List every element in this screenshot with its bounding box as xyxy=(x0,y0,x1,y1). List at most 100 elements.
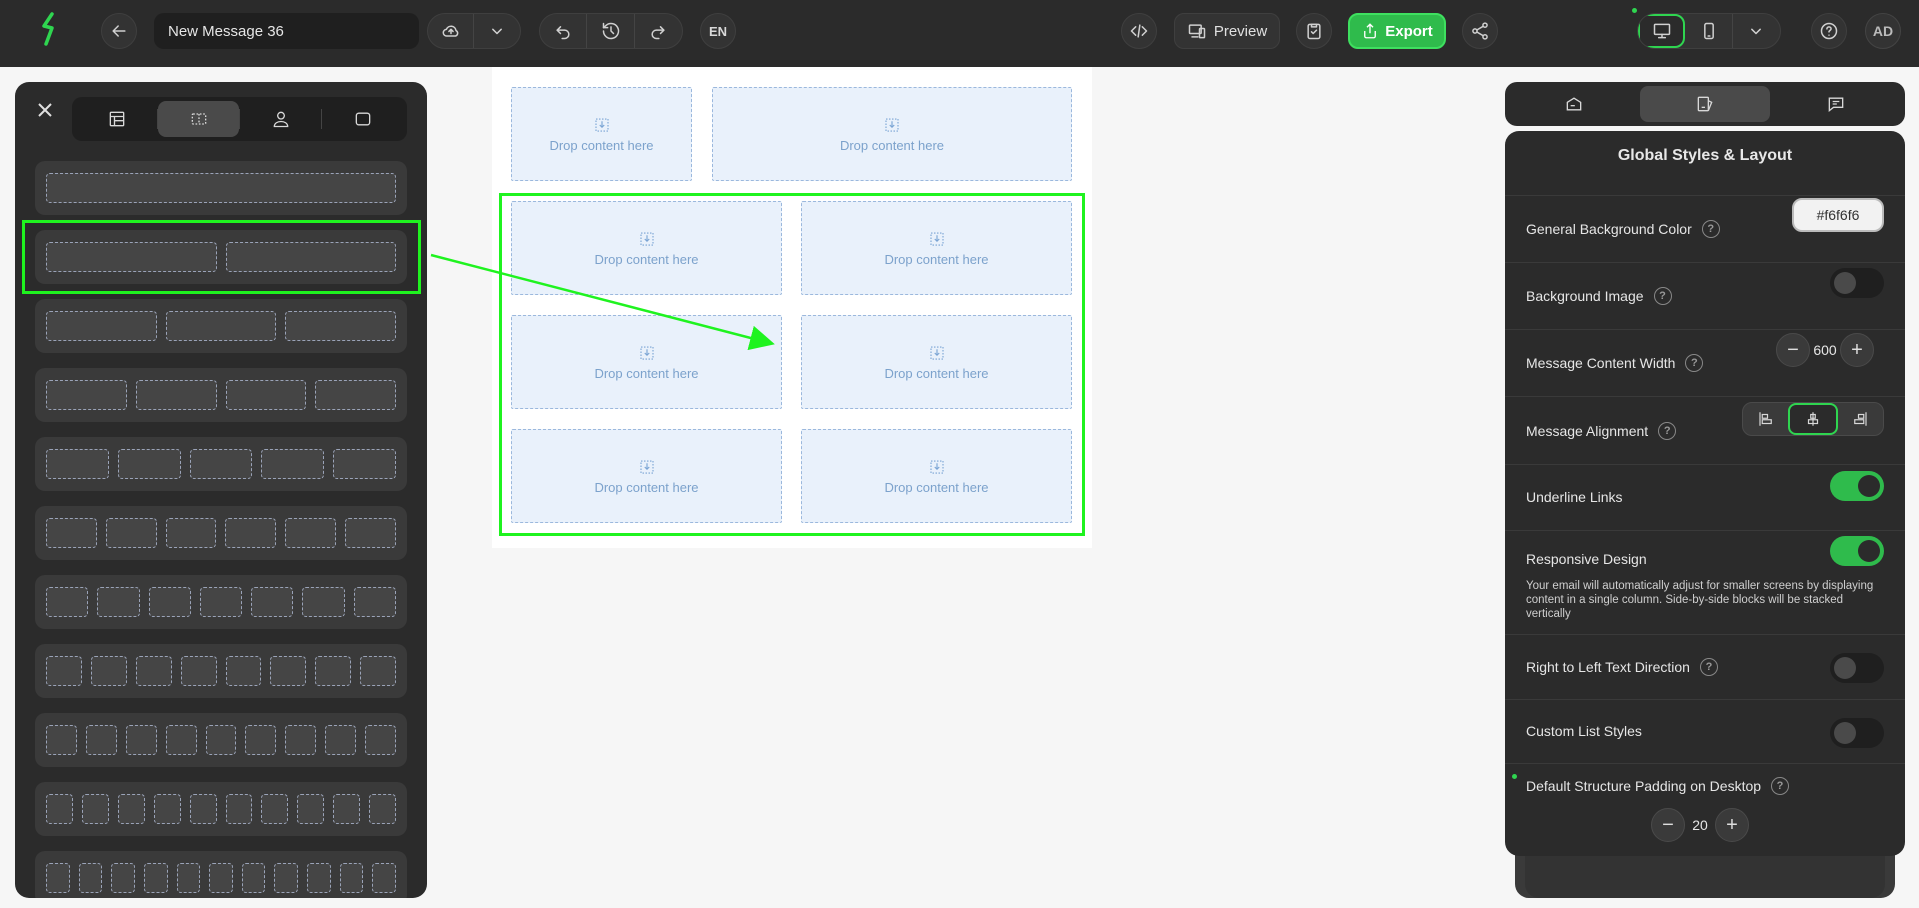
background-color-field[interactable]: #f6f6f6 xyxy=(1792,198,1884,232)
custom-list-toggle[interactable] xyxy=(1830,718,1884,748)
structure-option[interactable] xyxy=(35,299,407,353)
help-icon[interactable]: ? xyxy=(1701,220,1720,238)
structure-option[interactable] xyxy=(35,575,407,629)
structure-column xyxy=(176,863,201,893)
chevron-down-icon xyxy=(1751,28,1762,35)
drop-label: Drop content here xyxy=(549,137,654,153)
structure-option[interactable] xyxy=(35,506,407,560)
drop-zone[interactable]: Drop content here xyxy=(712,87,1072,181)
align-right-button[interactable] xyxy=(1838,403,1883,435)
message-name-input[interactable] xyxy=(154,13,419,49)
code-editor-button[interactable] xyxy=(1121,13,1157,49)
structure-option[interactable] xyxy=(35,368,407,422)
undo-button[interactable] xyxy=(540,14,588,48)
structure-option[interactable] xyxy=(35,161,407,215)
increase-padding-button[interactable]: + xyxy=(1715,808,1749,842)
tab-templates[interactable] xyxy=(322,101,403,137)
structure-column xyxy=(81,794,109,824)
view-options-dropdown[interactable] xyxy=(1733,14,1780,48)
structure-column xyxy=(78,863,103,893)
structure-column xyxy=(46,587,89,617)
decrease-padding-button[interactable]: − xyxy=(1651,808,1685,842)
test-email-button[interactable] xyxy=(1296,13,1332,49)
tab-modules[interactable] xyxy=(240,101,321,137)
structure-column xyxy=(261,794,289,824)
user-icon xyxy=(273,111,288,128)
mobile-view-button[interactable] xyxy=(1685,14,1733,48)
share-button[interactable] xyxy=(1462,13,1498,49)
structure-column xyxy=(46,725,77,755)
tab-structures[interactable] xyxy=(158,101,239,137)
structure-column xyxy=(307,863,331,893)
structure-option[interactable] xyxy=(35,782,407,836)
tab-appearance[interactable] xyxy=(1639,86,1771,122)
background-image-toggle[interactable] xyxy=(1830,268,1884,298)
close-panel-button[interactable] xyxy=(35,100,55,120)
structure-column xyxy=(125,725,157,755)
drop-icon xyxy=(885,117,899,132)
align-left-icon xyxy=(1759,412,1772,426)
save-options-dropdown[interactable] xyxy=(474,14,520,48)
status-dot xyxy=(1632,8,1637,13)
padding-label: Default Structure Padding on Desktop xyxy=(1526,778,1762,794)
export-label: Export xyxy=(1385,22,1433,40)
structure-option[interactable] xyxy=(35,851,407,898)
structure-option[interactable] xyxy=(35,644,407,698)
style-icon xyxy=(1697,96,1713,112)
decrease-width-button[interactable]: − xyxy=(1776,333,1810,367)
history-button-group xyxy=(539,13,683,49)
increase-width-button[interactable]: + xyxy=(1840,333,1874,367)
rtl-toggle[interactable] xyxy=(1830,653,1884,683)
arrow-left-icon xyxy=(112,25,126,37)
structure-column xyxy=(97,587,140,617)
close-icon xyxy=(38,103,52,117)
structure-column xyxy=(345,518,396,548)
align-right-icon xyxy=(1854,412,1867,426)
help-icon[interactable]: ? xyxy=(1771,777,1790,795)
export-button[interactable]: Export xyxy=(1348,13,1446,49)
structure-column xyxy=(325,725,357,755)
structure-column xyxy=(199,587,243,617)
structure-column xyxy=(148,587,191,617)
save-cloud-button[interactable] xyxy=(428,14,474,48)
redo-button[interactable] xyxy=(635,14,682,48)
structure-column xyxy=(339,863,364,893)
user-avatar[interactable]: AD xyxy=(1865,13,1901,49)
help-button[interactable] xyxy=(1811,13,1847,49)
back-button[interactable] xyxy=(101,13,137,49)
align-left-button[interactable] xyxy=(1743,403,1788,435)
help-icon[interactable]: ? xyxy=(1699,658,1718,676)
preview-button[interactable]: Preview xyxy=(1174,13,1280,49)
alignment-label: Message Alignment xyxy=(1526,423,1649,439)
content-width-value[interactable]: 600 xyxy=(1810,342,1840,358)
tab-comments[interactable] xyxy=(1770,86,1901,122)
structure-column xyxy=(372,863,397,893)
underline-links-toggle[interactable] xyxy=(1830,471,1884,501)
structure-column xyxy=(143,863,168,893)
help-icon[interactable]: ? xyxy=(1685,354,1704,372)
drop-zone[interactable]: Drop content here xyxy=(511,87,692,181)
structure-column xyxy=(251,587,294,617)
question-icon xyxy=(1820,22,1838,40)
panel-tabs xyxy=(72,97,407,141)
structure-column xyxy=(333,449,396,479)
tab-blocks[interactable] xyxy=(76,101,157,137)
structure-column xyxy=(135,380,217,410)
desktop-view-button[interactable] xyxy=(1638,14,1686,48)
language-button[interactable]: EN xyxy=(700,13,736,49)
version-history-button[interactable] xyxy=(587,14,635,48)
mobile-icon xyxy=(1703,22,1714,40)
tab-general[interactable] xyxy=(1509,86,1640,122)
responsive-design-toggle[interactable] xyxy=(1830,536,1884,566)
padding-value[interactable]: 20 xyxy=(1685,817,1715,833)
structure-option[interactable] xyxy=(35,713,407,767)
undo-icon xyxy=(556,26,570,40)
help-icon[interactable]: ? xyxy=(1658,422,1677,440)
structure-option[interactable] xyxy=(35,437,407,491)
align-center-button[interactable] xyxy=(1788,403,1838,435)
structures-panel xyxy=(15,82,427,898)
structure-column xyxy=(180,656,217,686)
help-icon[interactable]: ? xyxy=(1653,287,1672,305)
structure-column xyxy=(165,518,217,548)
responsive-description: Your email will automatically adjust for… xyxy=(1526,580,1874,620)
